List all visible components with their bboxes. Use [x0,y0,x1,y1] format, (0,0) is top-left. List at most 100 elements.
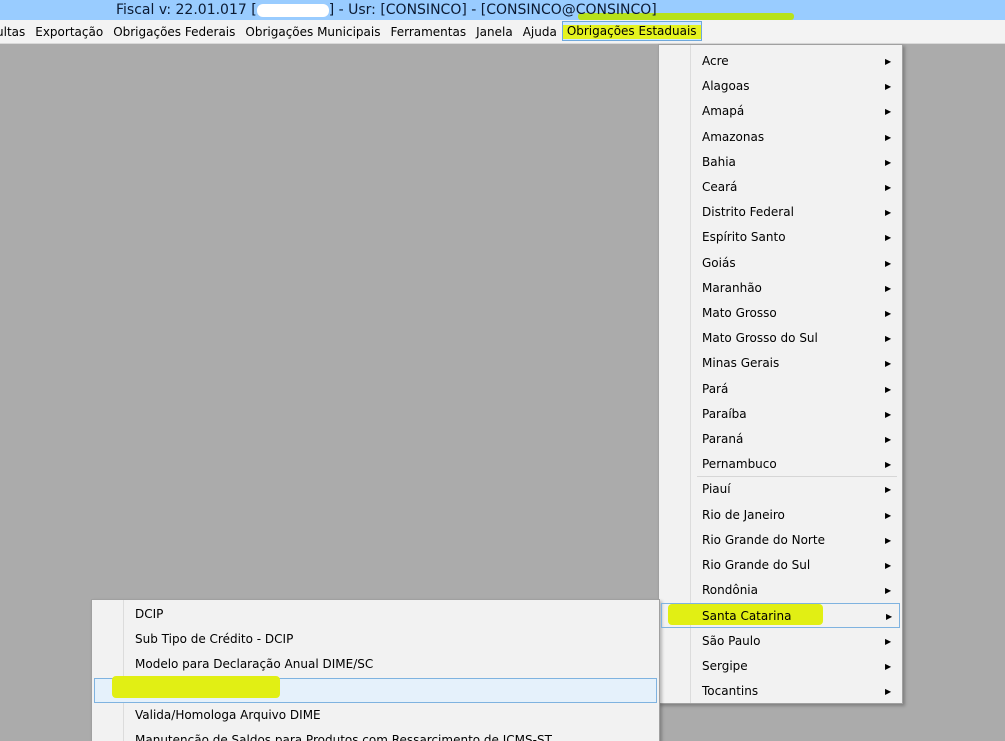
chevron-right-icon: ▶ [885,183,892,192]
chevron-right-icon: ▶ [885,384,892,394]
state-item-rio-de-janeiro[interactable]: Rio de Janeiro ▶ [661,503,900,528]
state-item-label: Rio Grande do Norte [702,532,825,547]
state-item-label: Mato Grosso do Sul [702,331,818,346]
chevron-right-icon: ▶ [885,309,892,318]
state-item-label: Rio de Janeiro [702,507,785,522]
state-item-label: Amapá [702,104,745,119]
menu-obrigacoes-municipais[interactable]: Obrigações Municipais [240,20,385,44]
state-item-parana[interactable]: Paraná ▶ [661,427,900,452]
state-item-label: Piauí [702,482,731,497]
state-item-label: Espírito Santo [702,230,786,245]
state-item-amazonas[interactable]: Amazonas ▶ [661,125,900,150]
state-item-label: Pará [702,381,729,396]
state-item-label: Bahia [702,154,736,169]
state-item-alagoas[interactable]: Alagoas ▶ [661,74,900,99]
state-item-label: Goiás [702,255,736,270]
state-item-bahia[interactable]: Bahia ▶ [661,150,900,175]
menu-consultas[interactable]: ultas [0,20,30,44]
chevron-right-icon: ▶ [885,258,892,268]
state-item-label: Amazonas [702,129,765,144]
chevron-right-icon: ▶ [885,359,892,369]
window-title-suffix: ] - Usr: [CONSINCO] - [CONSINCO@CONSINCO… [328,2,657,18]
menu-obrigacoes-estaduais[interactable]: Obrigações Estaduais [561,21,702,41]
state-item-sergipe[interactable]: Sergipe ▶ [661,654,900,679]
state-item-amapa[interactable]: Amapá ▶ [661,99,900,124]
chevron-right-icon: ▶ [885,157,892,167]
window-title: Fiscal v: 22.01.017 [] - Usr: [CONSINCO]… [116,0,657,20]
menu-bar: ultas Exportação Obrigações Federais Obr… [0,20,1005,44]
chevron-right-icon: ▶ [885,535,892,545]
menu-janela[interactable]: Janela [471,20,518,44]
submenu-item-valida-homologa-arquivo-dime[interactable]: Valida/Homologa Arquivo DIME [94,703,657,728]
state-item-paraiba[interactable]: Paraíba ▶ [661,402,900,427]
submenu-item-label: Manutenção de Saldos para Produtos com R… [135,733,552,741]
state-item-espirito-santo[interactable]: Espírito Santo ▶ [661,225,900,250]
chevron-right-icon: ▶ [885,586,892,596]
state-item-label: Mato Grosso [702,306,777,320]
state-item-label: Maranhão [702,280,762,295]
chevron-right-icon: ▶ [885,687,892,696]
submenu-item-label: Modelo para Declaração Anual DIME/SC [135,657,374,672]
state-item-label: São Paulo [702,633,761,648]
gera-dime-highlight-mark [112,676,280,698]
state-item-santa-catarina[interactable]: Santa Catarina ▶ [661,603,900,629]
state-item-label: Paraíba [702,406,747,421]
submenu-item-manutencao-de-saldos-para-produtos-com-ressarcimento-de-icms-st[interactable]: Manutenção de Saldos para Produtos com R… [94,728,657,741]
state-item-minas-gerais[interactable]: Minas Gerais ▶ [661,351,900,376]
chevron-right-icon: ▶ [885,132,892,142]
chevron-right-icon: ▶ [885,636,892,646]
state-item-rio-grande-do-norte[interactable]: Rio Grande do Norte ▶ [661,528,900,553]
state-item-label: Rio Grande do Sul [702,558,811,572]
state-item-mato-grosso[interactable]: Mato Grosso ▶ [661,301,900,326]
chevron-right-icon: ▶ [885,334,892,344]
state-item-ceara[interactable]: Ceará ▶ [661,175,900,200]
menu-exportacao[interactable]: Exportação [30,20,108,44]
state-item-label: Acre [702,54,729,68]
submenu-item-sub-tipo-de-credito-dcip[interactable]: Sub Tipo de Crédito - DCIP [94,627,657,652]
chevron-right-icon: ▶ [885,485,892,495]
state-item-mato-grosso-do-sul[interactable]: Mato Grosso do Sul ▶ [661,326,900,351]
submenu-item-dcip[interactable]: DCIP [94,602,657,627]
state-item-label: Rondônia [702,583,758,598]
state-item-label: Pernambuco [702,457,777,472]
state-item-label: Minas Gerais [702,356,780,371]
state-item-pernambuco[interactable]: Pernambuco ▶ [661,452,900,477]
chevron-right-icon: ▶ [886,612,893,622]
state-item-para[interactable]: Pará ▶ [661,377,900,402]
redacted-block [256,3,329,17]
chevron-right-icon: ▶ [885,510,892,520]
chevron-right-icon: ▶ [885,409,892,419]
menu-ferramentas[interactable]: Ferramentas [385,20,471,44]
chevron-right-icon: ▶ [885,661,892,671]
submenu-item-label: DCIP [135,607,164,621]
state-item-piaui[interactable]: Piauí ▶ [661,477,900,502]
submenu-item-modelo-para-declaracao-anual-dime-sc[interactable]: Modelo para Declaração Anual DIME/SC [94,652,657,677]
menu-obrigacoes-estaduais-label: Obrigações Estaduais [566,24,697,38]
state-item-label: Distrito Federal [702,205,794,220]
submenu-item-label: Valida/Homologa Arquivo DIME [135,707,321,722]
menu-obrigacoes-federais[interactable]: Obrigações Federais [108,20,240,44]
state-item-label: Sergipe [702,658,748,673]
chevron-right-icon: ▶ [885,283,892,293]
chevron-right-icon: ▶ [885,57,892,66]
state-item-sao-paulo[interactable]: São Paulo ▶ [661,629,900,654]
chevron-right-icon: ▶ [885,561,892,570]
state-item-goias[interactable]: Goiás ▶ [661,251,900,276]
state-item-label: Santa Catarina [702,609,792,624]
state-item-tocantins[interactable]: Tocantins ▶ [661,679,900,704]
state-item-label: Paraná [702,432,744,446]
state-item-distrito-federal[interactable]: Distrito Federal ▶ [661,200,900,225]
state-item-label: Ceará [702,180,738,194]
title-bar: Fiscal v: 22.01.017 [] - Usr: [CONSINCO]… [0,0,1005,20]
state-item-label: Tocantins [702,684,759,698]
state-item-acre[interactable]: Acre ▶ [661,49,900,74]
state-item-rio-grande-do-sul[interactable]: Rio Grande do Sul ▶ [661,553,900,578]
chevron-right-icon: ▶ [885,460,892,470]
menu-ajuda[interactable]: Ajuda [518,20,562,44]
chevron-right-icon: ▶ [885,208,892,218]
chevron-right-icon: ▶ [885,233,892,243]
state-item-maranhao[interactable]: Maranhão ▶ [661,276,900,301]
submenu-item-label: Sub Tipo de Crédito - DCIP [135,632,294,647]
state-item-rondonia[interactable]: Rondônia ▶ [661,578,900,603]
chevron-right-icon: ▶ [885,435,892,444]
